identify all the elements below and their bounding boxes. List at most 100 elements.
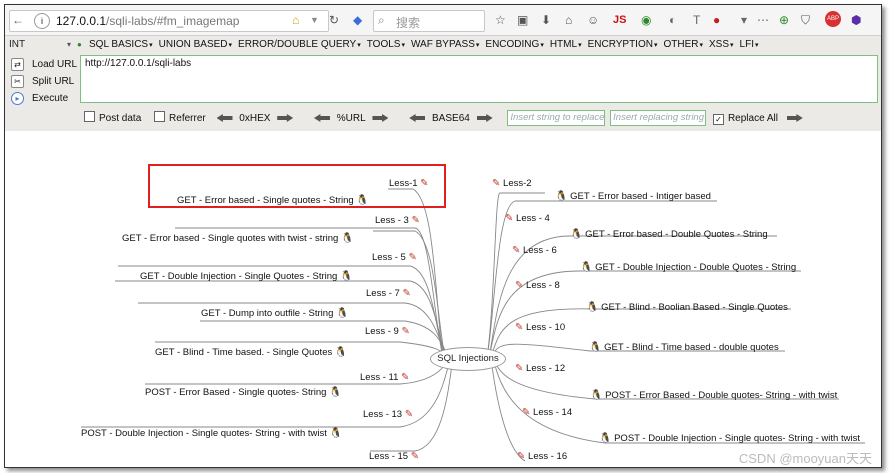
- pen-icon: ✎: [401, 372, 410, 383]
- less-10-title[interactable]: 🐧 GET - Blind - Time based - double quot…: [589, 342, 779, 353]
- hackbar-icon[interactable]: ●: [713, 12, 720, 28]
- less-16-node[interactable]: ✎ Less - 16: [517, 451, 567, 462]
- base64-encode-arrow-icon[interactable]: [476, 114, 493, 122]
- load-url-icon: ⇄: [11, 58, 24, 71]
- less-7-node[interactable]: Less - 7 ✎: [366, 288, 411, 299]
- referrer-checkbox[interactable]: Referrer: [154, 110, 206, 124]
- menu-other[interactable]: OTHER: [663, 39, 703, 50]
- less-9-title[interactable]: GET - Blind - Time based. - Single Quote…: [155, 347, 347, 358]
- url-decode-arrow-icon[interactable]: [313, 114, 330, 122]
- less-6-node[interactable]: ✎ Less - 6: [512, 245, 557, 256]
- search-icon: ⌕: [378, 13, 385, 27]
- replace-all-checkbox[interactable]: ✓ Replace All: [712, 113, 778, 125]
- less-2-node[interactable]: ✎ Less-2: [492, 178, 532, 189]
- less-5-node[interactable]: Less - 5 ✎: [372, 252, 417, 263]
- insert-string-input[interactable]: Insert string to replace: [507, 110, 606, 126]
- less-6-title[interactable]: 🐧 GET - Double Injection - Double Quotes…: [580, 262, 796, 273]
- search-placeholder: 搜索: [396, 16, 421, 30]
- javascript-icon[interactable]: JS: [613, 12, 626, 28]
- less-3-title[interactable]: GET - Error based - Single quotes with t…: [122, 233, 353, 244]
- more-icon[interactable]: ▾: [741, 12, 747, 28]
- menu-encoding[interactable]: ENCODING: [485, 39, 543, 50]
- less-4-node[interactable]: ✎ Less - 4: [505, 213, 550, 224]
- less-10-node[interactable]: ✎ Less - 10: [515, 322, 565, 333]
- menu-sql-basics[interactable]: SQL BASICS: [89, 39, 153, 50]
- palette-icon[interactable]: ◐: [669, 12, 676, 28]
- mindmap-center-node[interactable]: SQL Injections: [430, 347, 506, 371]
- reload-icon[interactable]: ↻: [329, 12, 339, 28]
- execute-button[interactable]: ▸ Execute: [11, 92, 68, 105]
- search-box[interactable]: ⌕ 搜索: [373, 10, 485, 32]
- menu-encryption[interactable]: ENCRYPTION: [588, 39, 658, 50]
- less-12-title[interactable]: 🐧 POST - Error Based - Double quotes- St…: [590, 390, 837, 401]
- replacing-string-input[interactable]: Insert replacing string: [610, 110, 707, 126]
- home-icon[interactable]: ⌂: [292, 12, 299, 28]
- menu-lfi[interactable]: LFI: [740, 39, 759, 50]
- menu-waf-bypass[interactable]: WAF BYPASS: [411, 39, 479, 50]
- adblock-icon[interactable]: ABP: [825, 11, 841, 27]
- text-icon[interactable]: T: [693, 12, 700, 28]
- menu-xss[interactable]: XSS: [709, 39, 734, 50]
- address-bar[interactable]: ← i 127.0.0.1/sqli-labs/#fm_imagemap ⌂ ▼: [9, 10, 329, 32]
- hackbar-select[interactable]: INT ▾: [9, 37, 71, 52]
- less-3-node[interactable]: Less - 3 ✎: [375, 215, 420, 226]
- extension-icon[interactable]: ◉: [641, 12, 651, 28]
- less-9-node[interactable]: Less - 9 ✎: [365, 326, 410, 337]
- menu-error-double-query[interactable]: ERROR/DOUBLE QUERY: [238, 39, 361, 50]
- url-encode-arrow-icon[interactable]: [372, 114, 389, 122]
- menu-tools[interactable]: TOOLS: [367, 39, 405, 50]
- less-4-title[interactable]: 🐧 GET - Error based - Double Quotes - St…: [570, 229, 768, 240]
- hackbar-menu: INT▾ ● SQL BASICS UNION BASED ERROR/DOUB…: [5, 36, 881, 55]
- hackbar-options: Post data Referrer 0xHEX %URL BASE64 Ins…: [84, 110, 803, 128]
- split-url-button[interactable]: ✂ Split URL: [11, 75, 74, 88]
- pen-icon: ✎: [522, 407, 531, 418]
- home-toolbar-icon[interactable]: ⌂: [565, 12, 572, 28]
- menu-dots-icon[interactable]: ⋯: [757, 12, 769, 28]
- smiley-icon[interactable]: ☺: [587, 12, 599, 28]
- less-15-node[interactable]: Less - 15 ✎: [369, 451, 419, 462]
- watermark: CSDN @mooyuan天天: [738, 451, 872, 466]
- hex-encode-arrow-icon[interactable]: [277, 114, 294, 122]
- less-2-title[interactable]: 🐧 GET - Error based - Intiger based: [555, 191, 711, 202]
- less-13-node[interactable]: Less - 13 ✎: [363, 409, 413, 420]
- less-8-title[interactable]: 🐧 GET - Blind - Boolian Based - Single Q…: [586, 302, 788, 313]
- less-11-title[interactable]: POST - Error Based - Single quotes- Stri…: [145, 387, 342, 398]
- tux-icon: 🐧: [570, 229, 583, 240]
- less-12-node[interactable]: ✎ Less - 12: [515, 363, 565, 374]
- replace-arrow-icon[interactable]: [786, 114, 803, 122]
- less-7-title[interactable]: GET - Dump into outfile - String 🐧: [201, 308, 348, 319]
- download-icon[interactable]: ⬇: [541, 12, 551, 28]
- pen-icon: ✎: [408, 252, 417, 263]
- load-url-button[interactable]: ⇄ Load URL: [11, 58, 77, 71]
- less-8-node[interactable]: ✎ Less - 8: [515, 280, 560, 291]
- tux-icon: 🐧: [339, 271, 353, 282]
- menu-union-based[interactable]: UNION BASED: [159, 39, 232, 50]
- dropdown-arrow-icon[interactable]: ▼: [310, 12, 319, 28]
- shield-icon[interactable]: ⛉: [801, 12, 810, 28]
- split-url-icon: ✂: [11, 75, 24, 88]
- search-engine-icon[interactable]: ◆: [353, 12, 362, 28]
- info-icon[interactable]: i: [34, 13, 50, 29]
- tux-icon: 🐧: [329, 428, 342, 439]
- hex-decode-arrow-icon[interactable]: [216, 114, 233, 122]
- pen-icon: ✎: [411, 215, 420, 226]
- url-textarea[interactable]: http://127.0.0.1/sqli-labs: [80, 55, 878, 103]
- vpn-icon[interactable]: ⬢: [851, 12, 861, 28]
- zoom-icon[interactable]: ⊕: [779, 12, 789, 28]
- tux-icon: 🐧: [580, 262, 593, 273]
- post-data-checkbox[interactable]: Post data: [84, 110, 141, 124]
- less-14-node[interactable]: ✎ Less - 14: [522, 407, 572, 418]
- pen-icon: ✎: [402, 288, 411, 299]
- less-14-title[interactable]: 🐧 POST - Double Injection - Single quote…: [599, 433, 860, 444]
- less-11-node[interactable]: Less - 11 ✎: [360, 372, 409, 383]
- navigation-bar: ← i 127.0.0.1/sqli-labs/#fm_imagemap ⌂ ▼…: [5, 5, 881, 36]
- menu-html[interactable]: HTML: [550, 39, 582, 50]
- base64-decode-arrow-icon[interactable]: [409, 114, 426, 122]
- less-5-title[interactable]: GET - Double Injection - Single Quotes -…: [140, 271, 352, 282]
- back-arrow-icon[interactable]: ←: [12, 12, 24, 28]
- clipboard-icon[interactable]: ▣: [517, 12, 528, 28]
- pen-icon: ✎: [515, 363, 524, 374]
- bookmark-star-icon[interactable]: ☆: [495, 12, 506, 28]
- hex-label: 0xHEX: [239, 112, 271, 124]
- less-13-title[interactable]: POST - Double Injection - Single quotes-…: [81, 428, 342, 439]
